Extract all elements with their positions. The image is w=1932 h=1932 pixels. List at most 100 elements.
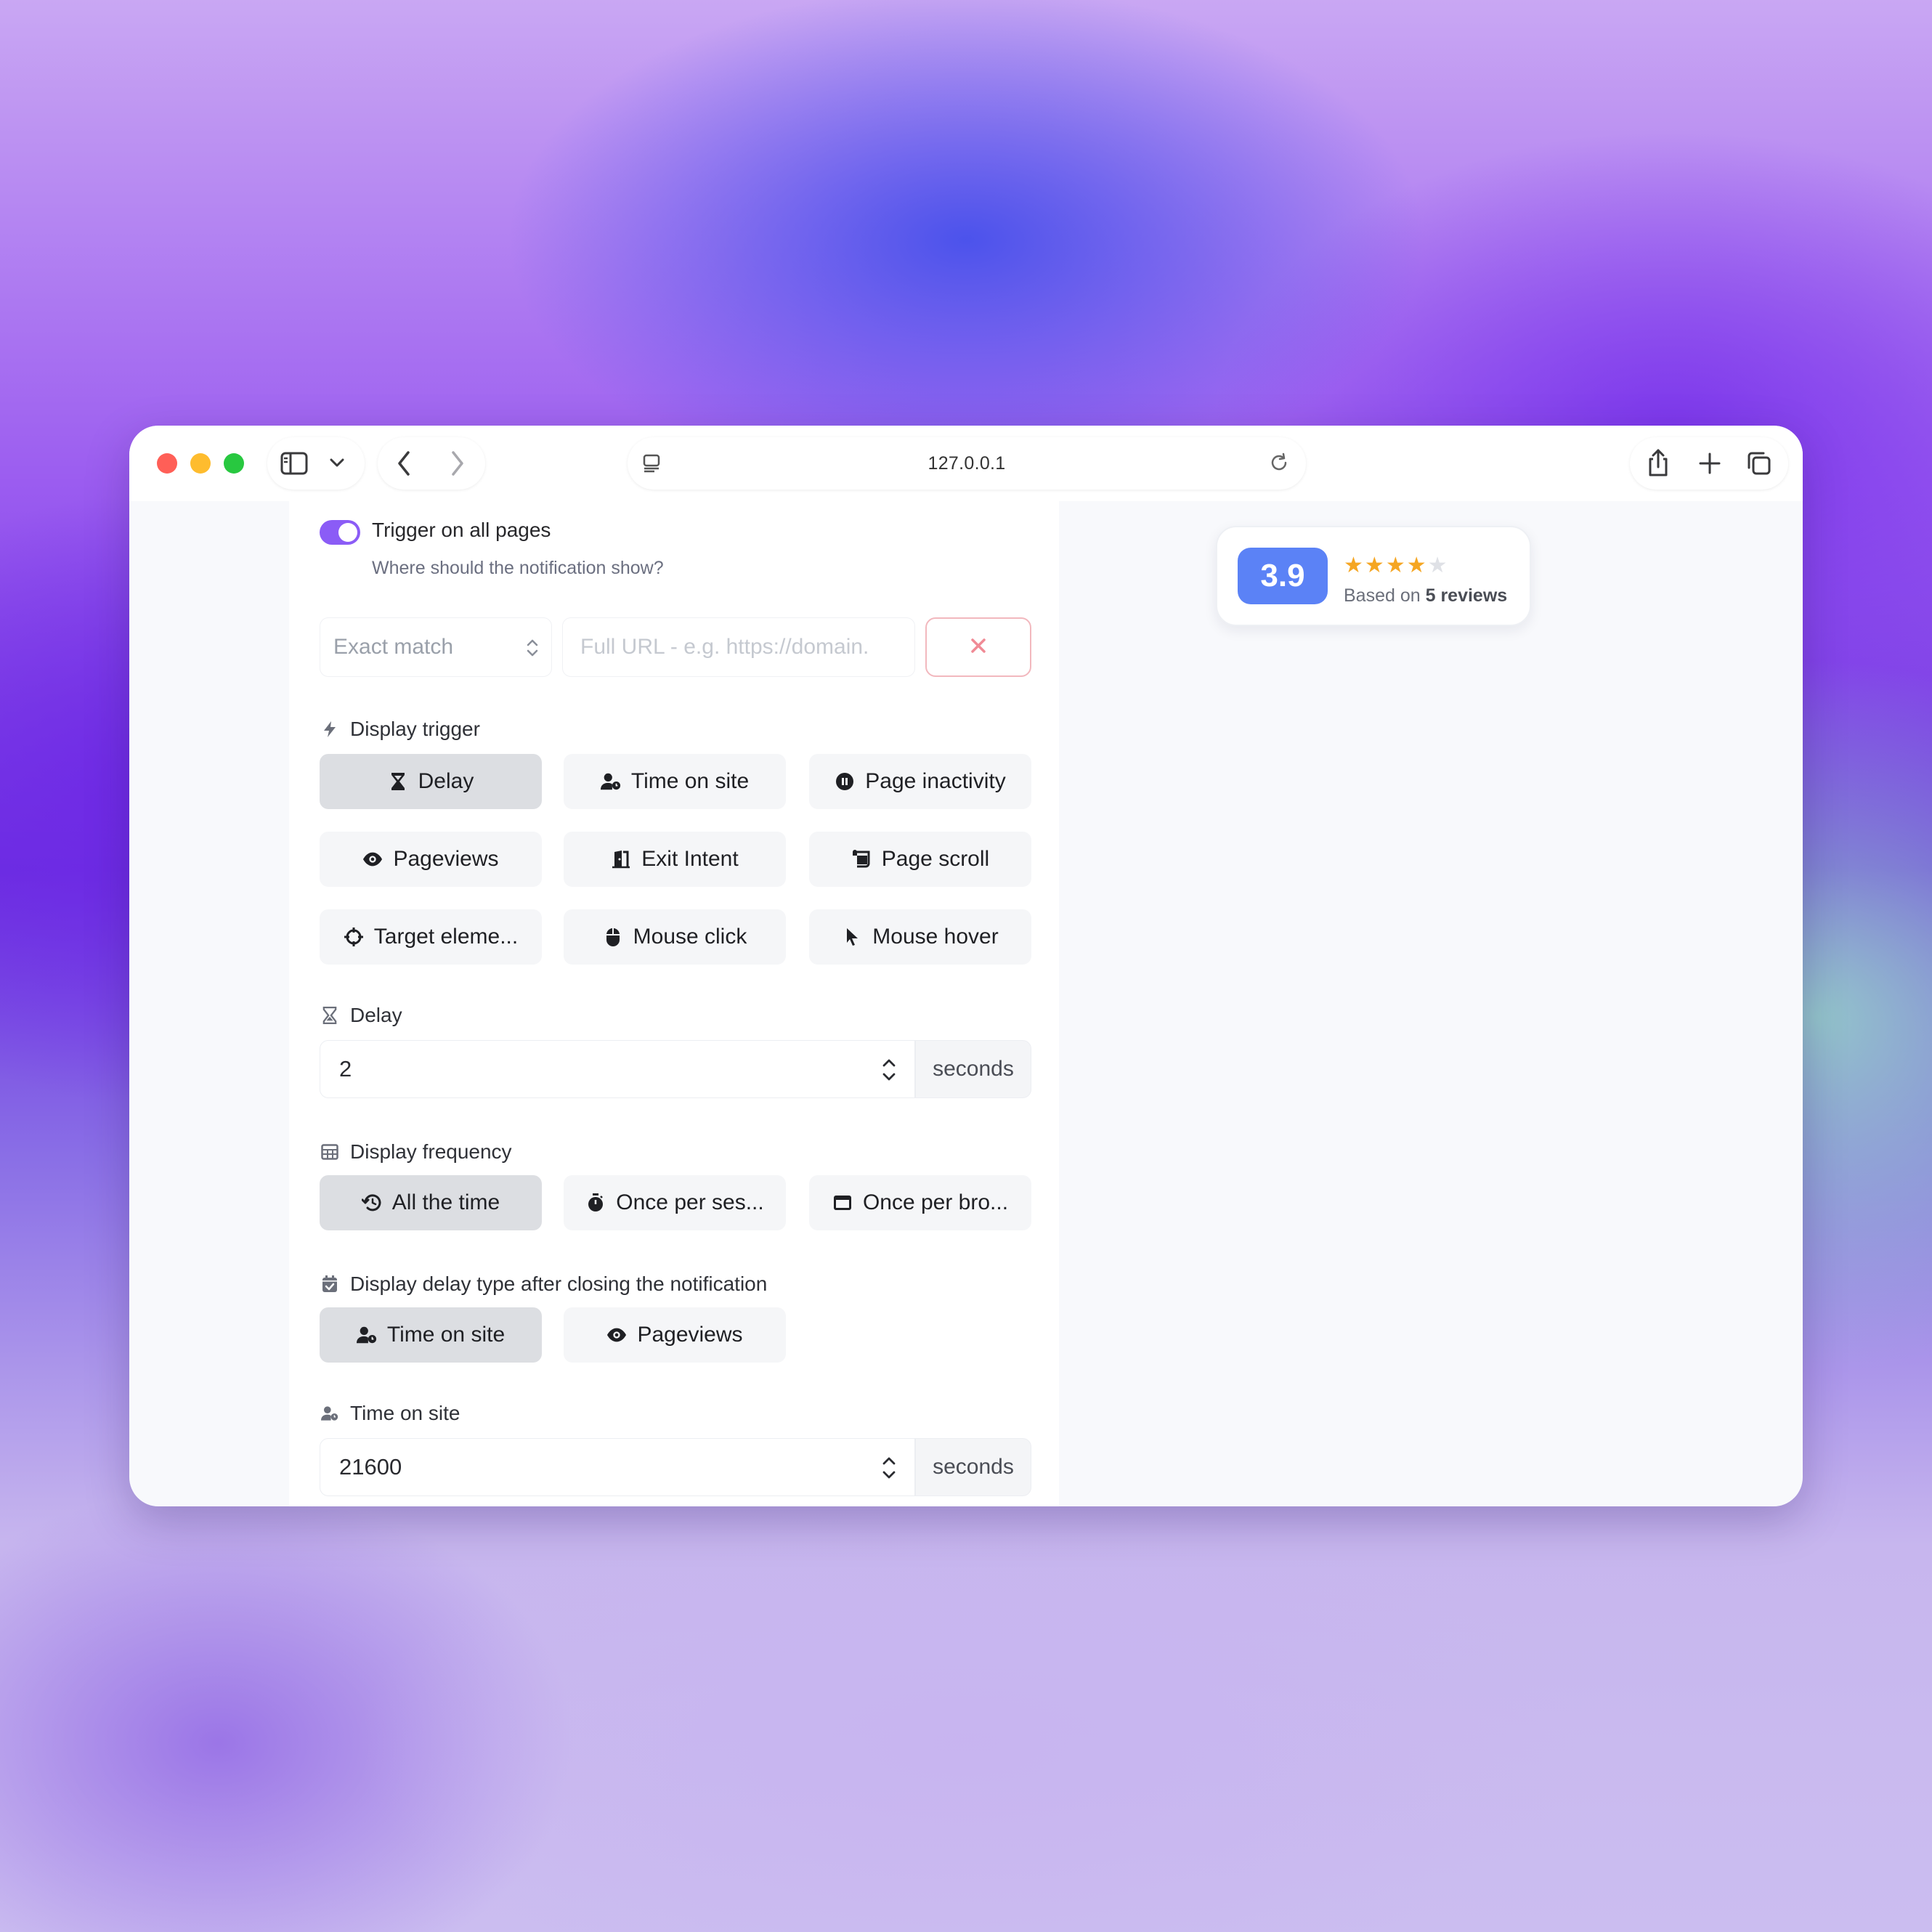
back-icon[interactable] [397,450,411,476]
select-arrows-icon [525,637,540,659]
rating-stars: ★ ★ ★ ★ ★ [1344,555,1448,577]
trigger-option-delay[interactable]: Delay [320,754,542,809]
time-on-site-unit: seconds [915,1438,1031,1496]
match-type-value: Exact match [333,635,454,659]
user-clock-icon [356,1325,377,1345]
star-icon: ★ [1344,553,1363,577]
delay-type-option-pageviews[interactable]: Pageviews [564,1307,786,1363]
remove-rule-button[interactable] [925,617,1031,677]
rating-review-count: 5 reviews [1425,585,1508,606]
chevron-down-icon[interactable] [330,458,344,468]
display-trigger-label: Display trigger [350,718,480,740]
display-frequency-heading: Display frequency [321,1140,512,1164]
trigger-option-label: Delay [418,769,474,793]
display-frequency-label: Display frequency [350,1140,512,1163]
time-on-site-heading: Time on site [321,1402,460,1425]
mouse-icon [603,927,623,947]
delay-type-heading: Display delay type after closing the not… [321,1273,767,1296]
delay-unit: seconds [915,1040,1031,1098]
url-input[interactable]: Full URL - e.g. https://domain. [562,617,915,677]
delay-heading: Delay [321,1004,402,1027]
table-icon [321,1143,338,1161]
bolt-icon [321,721,338,738]
frequency-option-label: Once per ses... [616,1190,764,1214]
calendar-check-icon [321,1275,338,1293]
minimize-window-button[interactable] [190,453,211,474]
share-icon[interactable] [1646,447,1671,478]
door-open-icon [611,849,631,869]
trigger-option-label: Target eleme... [373,925,519,949]
time-on-site-input[interactable]: 21600 [320,1438,915,1496]
number-stepper-icon[interactable] [880,1453,898,1482]
trigger-all-pages-toggle[interactable] [320,520,360,545]
sidebar-icon[interactable] [280,452,308,475]
address-bar[interactable]: 127.0.0.1 [628,437,1306,490]
browser-toolbar: 127.0.0.1 [129,426,1803,501]
pause-circle-icon [835,771,855,792]
browser-window: 127.0.0.1 Trigger on all pages Where sho… [129,426,1803,1506]
hourglass-icon [388,771,408,792]
trigger-all-pages-help: Where should the notification show? [372,558,664,578]
url-text: 127.0.0.1 [928,452,1006,474]
delay-type-option-label: Pageviews [637,1323,743,1347]
trigger-option-mouse-hover[interactable]: Mouse hover [809,909,1031,965]
time-on-site-value: 21600 [339,1454,402,1480]
frequency-option-label: Once per bro... [862,1190,1009,1214]
delay-label: Delay [350,1004,402,1026]
trigger-option-time-on-site[interactable]: Time on site [564,754,786,809]
zoom-window-button[interactable] [224,453,244,474]
hourglass-icon [321,1007,338,1024]
rating-based-on: Based on 5 reviews [1344,585,1507,606]
window-icon [832,1193,853,1213]
history-icon [361,1193,382,1213]
stopwatch-icon [585,1193,606,1213]
time-on-site-label: Time on site [350,1402,460,1424]
trigger-option-page-scroll[interactable]: Page scroll [809,832,1031,887]
forward-icon[interactable] [450,450,465,476]
trigger-all-pages-label: Trigger on all pages [372,519,551,541]
page-settings-icon[interactable] [642,453,662,474]
new-tab-icon[interactable] [1698,452,1721,475]
frequency-option-once-per-browser[interactable]: Once per bro... [809,1175,1031,1230]
number-stepper-icon[interactable] [880,1055,898,1084]
rating-score: 3.9 [1238,548,1328,604]
trigger-option-label: Pageviews [393,847,499,871]
tab-overview-icon[interactable] [1746,450,1772,476]
frequency-option-label: All the time [391,1190,500,1214]
trigger-option-label: Page inactivity [865,769,1006,793]
trigger-option-page-inactivity[interactable]: Page inactivity [809,754,1031,809]
match-type-select[interactable]: Exact match [320,617,552,677]
cursor-icon [842,927,862,947]
trigger-option-label: Exit Intent [641,847,739,871]
scroll-icon [851,849,872,869]
trigger-option-pageviews[interactable]: Pageviews [320,832,542,887]
eye-icon [362,849,383,869]
reload-icon[interactable] [1268,452,1290,474]
delay-type-label: Display delay type after closing the not… [350,1273,768,1295]
sidebar-toggle-group [267,437,365,490]
trigger-option-label: Time on site [630,769,750,793]
trigger-option-label: Page scroll [881,847,990,871]
rating-widget[interactable]: 3.9 ★ ★ ★ ★ ★ Based on 5 reviews [1216,526,1531,626]
trigger-option-label: Mouse click [633,925,747,949]
star-empty-icon: ★ [1427,553,1448,577]
url-input-placeholder: Full URL - e.g. https://domain. [580,635,869,659]
rating-based-prefix: Based on [1344,585,1426,606]
star-icon: ★ [1385,553,1405,577]
navigation-group [378,437,485,490]
delay-value: 2 [339,1056,352,1081]
trigger-option-mouse-click[interactable]: Mouse click [564,909,786,965]
delay-type-option-time-on-site[interactable]: Time on site [320,1307,542,1363]
user-clock-icon [600,771,621,792]
display-trigger-heading: Display trigger [321,718,480,741]
trigger-option-exit-intent[interactable]: Exit Intent [564,832,786,887]
frequency-option-all-the-time[interactable]: All the time [320,1175,542,1230]
trigger-option-target-element[interactable]: Target eleme... [320,909,542,965]
delay-input[interactable]: 2 [320,1040,915,1098]
close-window-button[interactable] [157,453,177,474]
eye-icon [606,1325,627,1345]
trigger-option-label: Mouse hover [872,925,999,949]
crosshairs-icon [344,927,364,947]
frequency-option-once-per-session[interactable]: Once per ses... [564,1175,786,1230]
user-clock-icon [321,1405,338,1422]
